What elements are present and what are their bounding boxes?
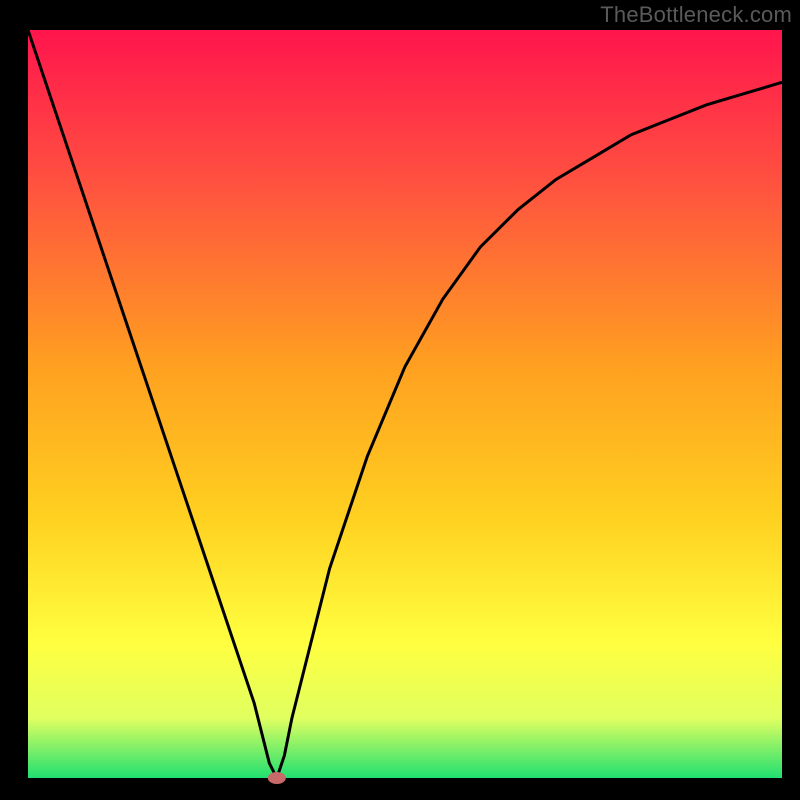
chart-plot-area bbox=[28, 30, 782, 778]
chart-container: TheBottleneck.com bbox=[0, 0, 800, 800]
bottleneck-chart bbox=[0, 0, 800, 800]
watermark-text: TheBottleneck.com bbox=[600, 2, 792, 28]
chart-minimum-marker bbox=[268, 772, 286, 784]
